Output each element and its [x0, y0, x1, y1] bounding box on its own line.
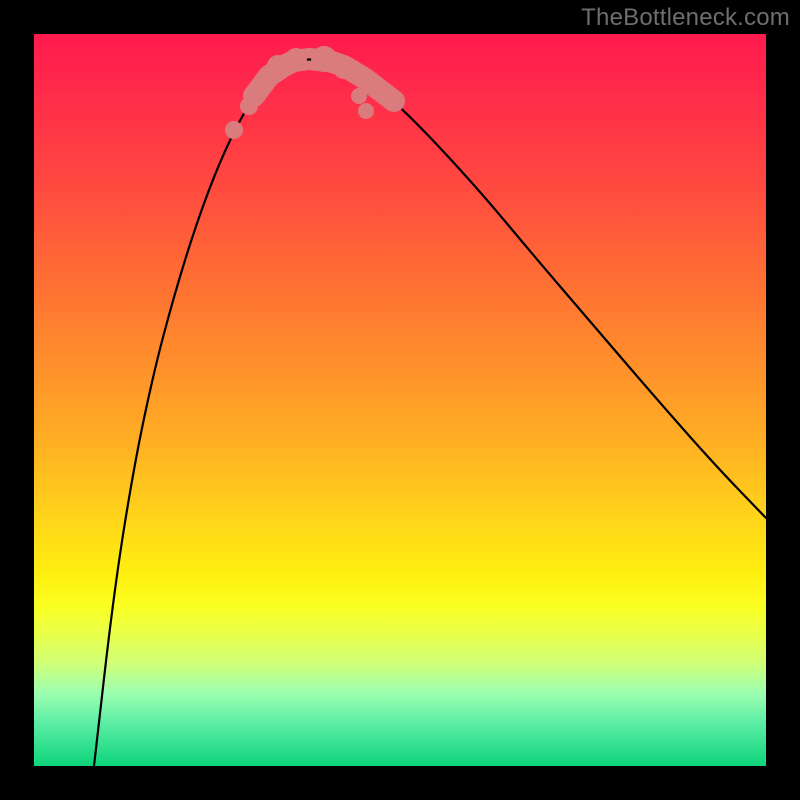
right-dot-3	[358, 103, 374, 119]
left-dot-2	[240, 97, 258, 115]
right-dot-1	[333, 57, 355, 79]
plot-area	[34, 34, 766, 766]
trough-dot-1	[285, 48, 307, 70]
left-curve	[94, 61, 294, 766]
right-dot-2	[351, 88, 367, 104]
chart-svg	[34, 34, 766, 766]
watermark-text: TheBottleneck.com	[581, 4, 790, 32]
left-dot-3	[255, 74, 273, 92]
right-curve	[329, 61, 766, 518]
chart-frame: TheBottleneck.com	[0, 0, 800, 800]
left-dot-1	[225, 121, 243, 139]
